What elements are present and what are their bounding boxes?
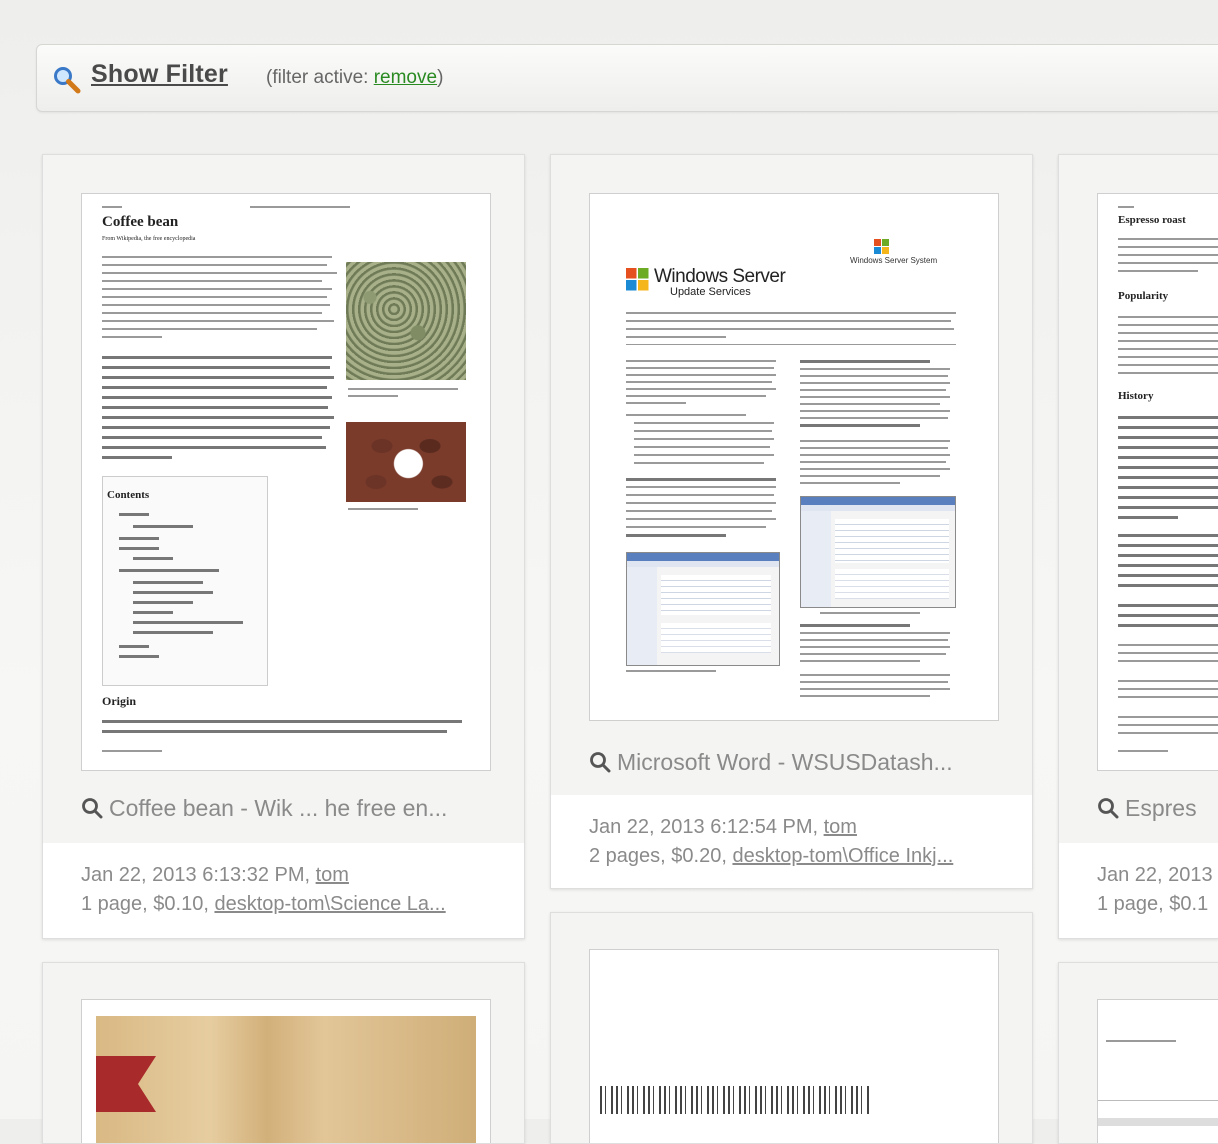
job-date: Jan 22, 2013 [1097,864,1213,886]
screenshot-image [626,552,780,666]
windows-logo-icon [626,268,649,291]
job-details: Jan 22, 2013 6:13:32 PM, tom 1 page, $0.… [81,861,446,919]
job-summary: 1 page, $0.1 [1097,893,1209,915]
job-summary: 1 page, $0.10, [81,893,215,915]
remove-filter-link[interactable]: remove [374,67,437,88]
document-name-text: Microsoft Word - WSUSDatash... [617,749,953,775]
thumb-origin-heading: Origin [102,694,137,708]
printer-link[interactable]: desktop-tom\Science La... [214,893,445,915]
printer-link[interactable]: desktop-tom\Office Inkj... [732,845,953,867]
filter-bar: Show Filter (filter active: remove) [36,44,1218,112]
print-job-card[interactable] [42,962,525,1144]
user-link[interactable]: tom [316,864,349,886]
filter-status: (filter active: remove) [266,67,443,89]
print-job-card[interactable]: Coffee bean From Wikipedia, the free enc… [42,154,525,939]
document-thumbnail[interactable]: Coffee bean From Wikipedia, the free enc… [81,193,491,771]
thumb-history-heading: History [1118,390,1154,402]
job-summary: 2 pages, $0.20, [589,845,733,867]
document-name[interactable]: Coffee bean - Wik ... he free en... [81,795,501,822]
windows-server-system-logo-text: Windows Server System [850,256,938,265]
user-link[interactable]: tom [824,816,857,838]
job-date: Jan 22, 2013 6:12:54 PM, [589,816,824,838]
windows-server-logo-text: Windows Server [654,266,786,287]
job-details: Jan 22, 2013 6:12:54 PM, tom 2 pages, $0… [589,813,953,871]
print-job-card[interactable]: Windows Server System Windows Server Upd… [550,154,1033,889]
thumb-title: Coffee bean [102,214,179,230]
contents-box: Contents [102,476,268,686]
document-thumbnail[interactable] [589,949,999,1143]
job-details: Jan 22, 2013 1 page, $0.1 [1097,861,1218,919]
document-name[interactable]: Microsoft Word - WSUSDatash... [589,749,1009,776]
search-icon[interactable] [589,751,611,773]
windows-logo-icon [874,239,889,254]
search-icon[interactable] [1097,797,1119,819]
thumb-subtitle: From Wikipedia, the free encyclopedia [102,236,196,242]
filter-status-prefix: (filter active: [266,67,374,88]
document-thumbnail[interactable] [81,999,491,1143]
barcode-image [600,1086,870,1114]
show-filter-link[interactable]: Show Filter [91,60,228,89]
parchment-image [96,1016,476,1143]
thumb-title: Espresso roast [1118,214,1186,226]
thumb-popularity-heading: Popularity [1118,290,1169,302]
search-icon[interactable] [52,65,82,95]
contents-heading: Contents [107,489,150,501]
document-thumbnail[interactable]: Windows Server System Windows Server Upd… [589,193,999,721]
print-job-card[interactable]: Espresso roast Popularity History Espres… [1058,154,1218,939]
document-thumbnail[interactable] [1097,999,1218,1143]
document-thumbnail[interactable]: Espresso roast Popularity History [1097,193,1218,771]
update-services-logo-text: Update Services [670,286,751,298]
print-job-card[interactable] [1058,962,1218,1144]
filter-status-suffix: ) [437,67,444,88]
search-icon[interactable] [81,797,103,819]
green-coffee-beans-image [346,262,466,380]
red-ribbon [96,1056,156,1112]
screenshot-image [800,496,956,608]
job-date: Jan 22, 2013 6:13:32 PM, [81,864,316,886]
print-job-card[interactable] [550,912,1033,1144]
document-name-text: Espres [1125,795,1197,821]
document-name[interactable]: Espres [1097,795,1218,822]
document-name-text: Coffee bean - Wik ... he free en... [109,795,448,821]
roasted-coffee-beans-image [346,422,466,502]
